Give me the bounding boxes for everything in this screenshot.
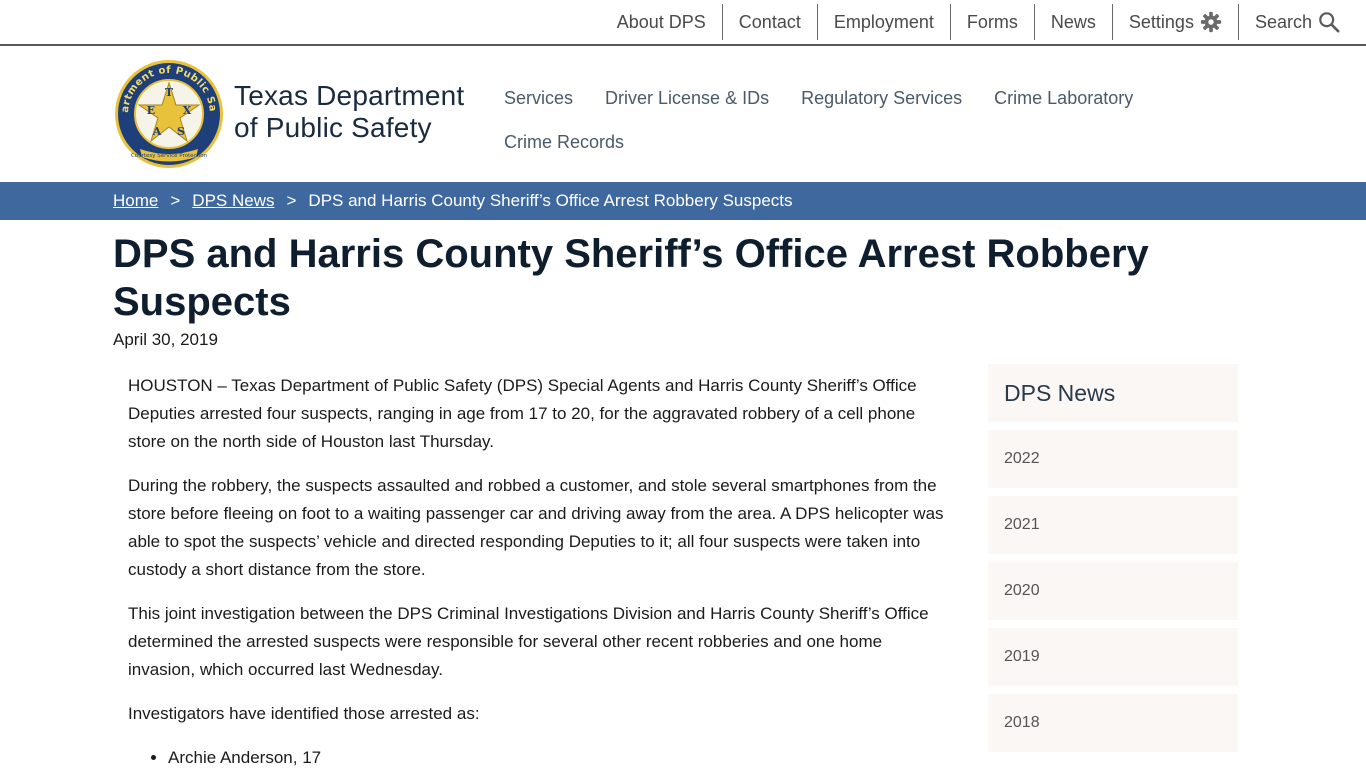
utility-link-employment[interactable]: Employment (818, 4, 951, 40)
nav-item-driver-license[interactable]: Driver License & IDs (589, 76, 785, 120)
dps-seal-logo[interactable]: Department of Public Safety T E X A S Co… (110, 51, 224, 169)
sidebar-item-2019[interactable]: 2019 (988, 628, 1238, 686)
nav-item-crime-records[interactable]: Crime Records (488, 120, 640, 164)
main-nav: Services Driver License & IDs Regulatory… (488, 76, 1188, 164)
breadcrumb: Home > DPS News > DPS and Harris County … (0, 182, 1366, 220)
svg-text:X: X (183, 104, 192, 117)
breadcrumb-news-link[interactable]: DPS News (192, 191, 274, 211)
settings-label: Settings (1128, 11, 1194, 32)
nav-item-services[interactable]: Services (488, 76, 589, 120)
breadcrumb-separator: > (170, 191, 181, 210)
sidebar-item-2022[interactable]: 2022 (988, 430, 1238, 488)
article-paragraph: This joint investigation between the DPS… (128, 604, 929, 679)
utility-link-contact[interactable]: Contact (723, 4, 818, 40)
search-label: Search (1254, 11, 1312, 32)
svg-text:T: T (165, 86, 174, 99)
sidebar-title[interactable]: DPS News (988, 364, 1238, 422)
article-paragraph: HOUSTON – Texas Department of Public Saf… (128, 376, 917, 451)
article-paragraph: Investigators have identified those arre… (128, 704, 480, 723)
gear-icon (1200, 11, 1222, 33)
breadcrumb-separator: > (286, 191, 297, 210)
utility-link-news[interactable]: News (1035, 4, 1113, 40)
utility-link-about[interactable]: About DPS (601, 4, 723, 40)
agency-name[interactable]: Texas Department of Public Safety (234, 80, 464, 144)
utility-link-forms[interactable]: Forms (951, 4, 1035, 40)
sidebar-item-2020[interactable]: 2020 (988, 562, 1238, 620)
site-header: Department of Public Safety T E X A S Co… (0, 46, 1366, 182)
sidebar-item-2018[interactable]: 2018 (988, 694, 1238, 752)
svg-text:E: E (147, 104, 155, 117)
news-sidebar: DPS News 2022 2021 2020 2019 2018 (988, 364, 1238, 760)
utility-nav: About DPS Contact Employment Forms News … (601, 4, 1340, 40)
utility-bar: About DPS Contact Employment Forms News … (0, 0, 1366, 46)
agency-name-line1: Texas Department (234, 80, 465, 111)
sidebar-item-2021[interactable]: 2021 (988, 496, 1238, 554)
svg-text:A: A (152, 125, 162, 138)
nav-item-regulatory-services[interactable]: Regulatory Services (785, 76, 978, 120)
svg-text:S: S (177, 125, 185, 138)
breadcrumb-home-link[interactable]: Home (113, 191, 158, 211)
settings-button[interactable]: Settings (1113, 4, 1239, 40)
page-title: DPS and Harris County Sheriff’s Office A… (113, 232, 1149, 324)
breadcrumb-current: DPS and Harris County Sheriff’s Office A… (308, 191, 793, 210)
article-body: HOUSTON – Texas Department of Public Saf… (128, 372, 948, 772)
article-paragraph: During the robbery, the suspects assault… (128, 476, 944, 579)
search-button[interactable]: Search (1239, 4, 1340, 40)
nav-item-crime-laboratory[interactable]: Crime Laboratory (978, 76, 1149, 120)
article-date: April 30, 2019 (113, 330, 218, 349)
agency-name-line2: of Public Safety (234, 112, 432, 143)
search-icon (1318, 11, 1340, 33)
svg-text:Courtesy Service Protection: Courtesy Service Protection (131, 153, 208, 159)
